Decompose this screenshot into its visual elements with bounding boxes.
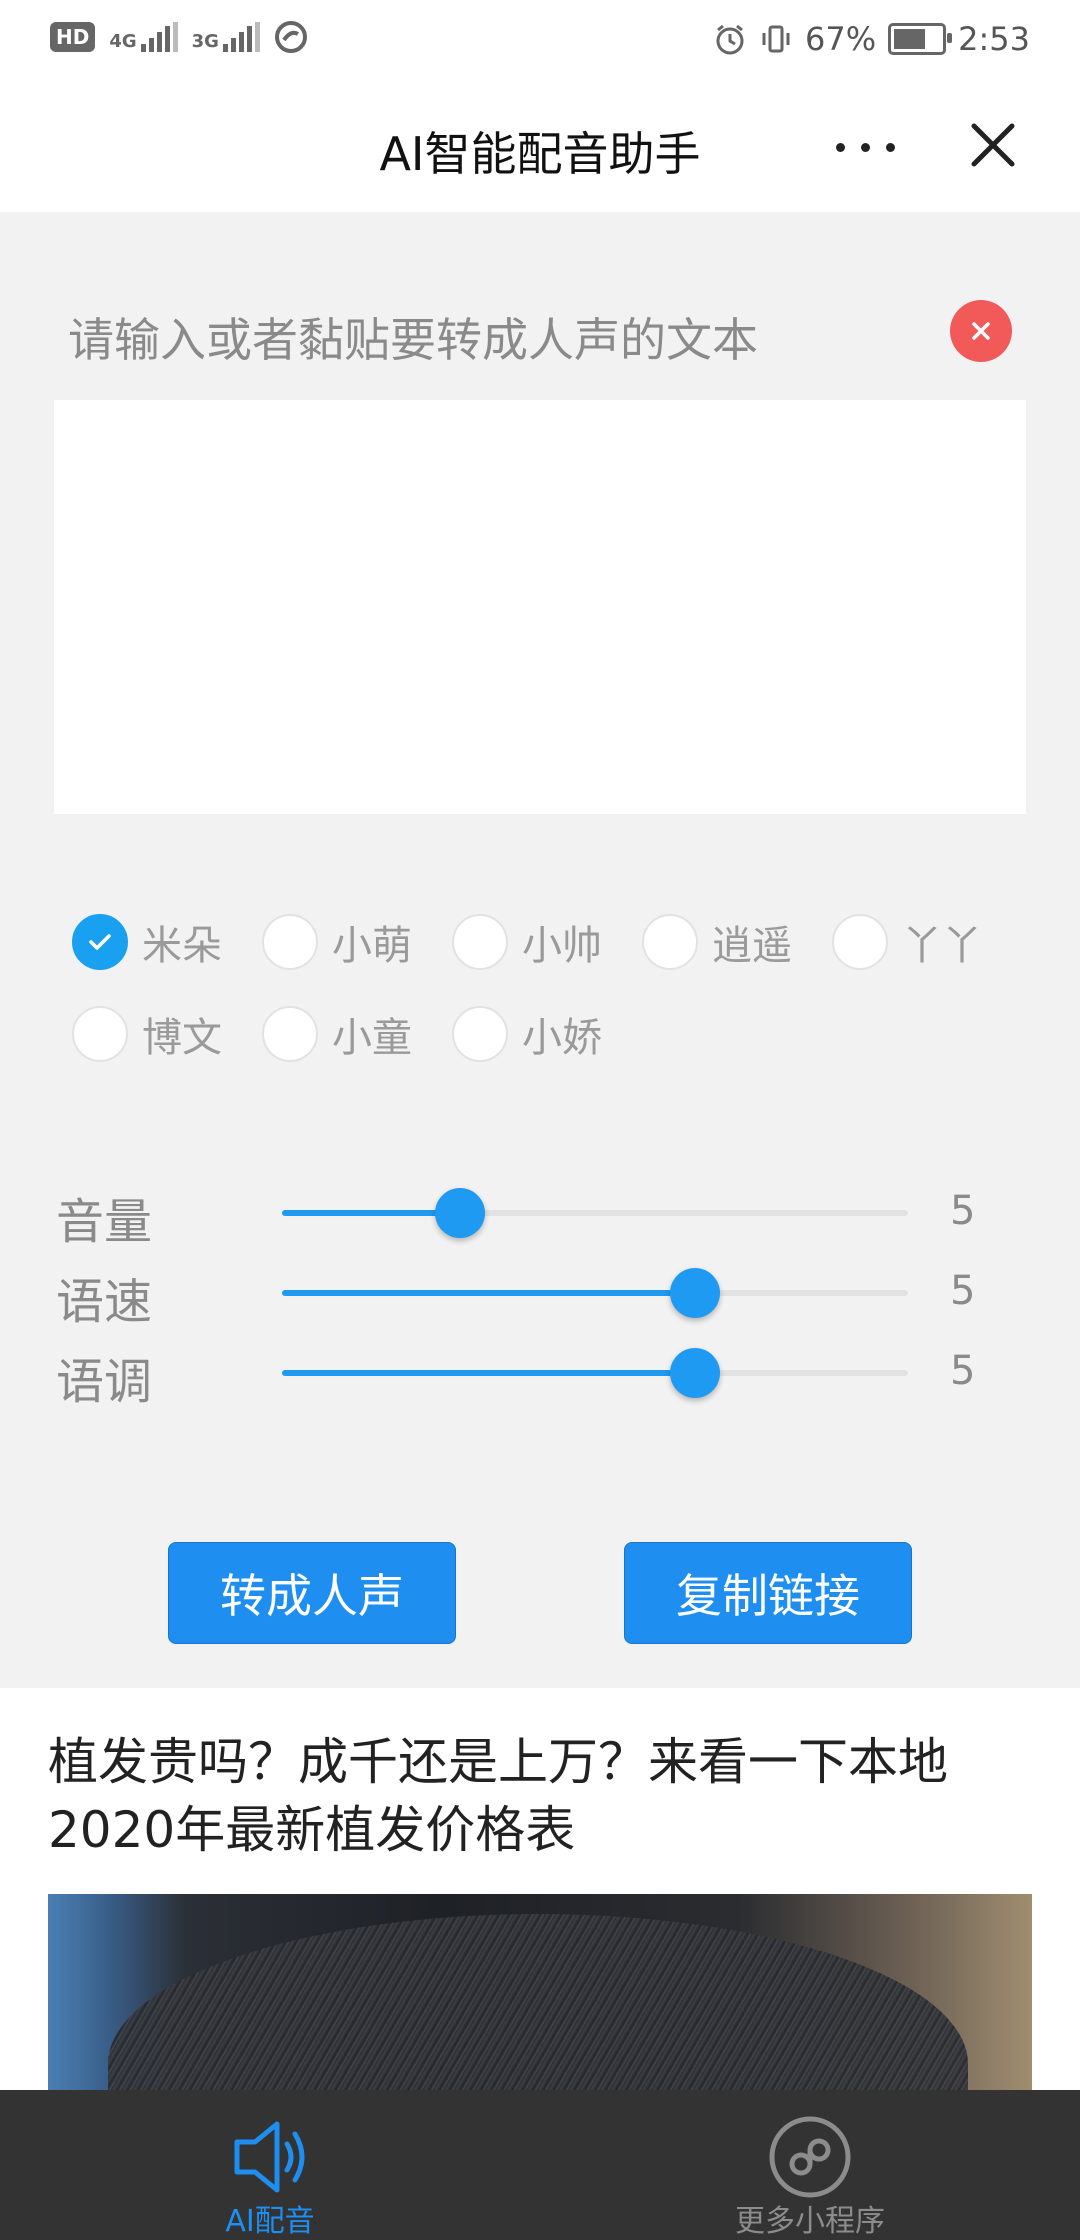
slider-row: 语速 5 <box>56 1252 1036 1332</box>
sync-icon <box>274 21 307 53</box>
tab-more-miniprograms[interactable]: 更多小程序 <box>660 2090 960 2240</box>
voice-option[interactable]: 米朵 <box>72 912 222 972</box>
mini-program-icon <box>769 2116 851 2198</box>
ad-image[interactable] <box>48 1894 1032 2090</box>
voice-radio[interactable] <box>72 914 128 970</box>
battery-icon <box>888 23 953 55</box>
voice-radio[interactable] <box>72 1006 128 1062</box>
status-bar: HD 4G 3G 67% 2:53 <box>0 0 1080 80</box>
voice-option[interactable]: 小萌 <box>262 912 412 972</box>
signal-bars <box>222 22 260 52</box>
voice-radio[interactable] <box>452 914 508 970</box>
voice-radio[interactable] <box>642 914 698 970</box>
status-right: 67% 2:53 <box>713 20 1030 58</box>
voice-label: 逍遥 <box>712 923 792 969</box>
signal-4g-icon: 4G <box>109 22 178 52</box>
slider-track[interactable] <box>282 1348 908 1398</box>
signal-3g-icon: 3G <box>192 22 260 52</box>
battery-percent: 67% <box>805 20 877 58</box>
copy-link-button[interactable]: 复制链接 <box>624 1542 912 1644</box>
voice-radio[interactable] <box>262 914 318 970</box>
voice-label: 小帅 <box>522 923 602 969</box>
voice-option[interactable]: 逍遥 <box>642 912 792 972</box>
ad-section[interactable]: 植发贵吗？成千还是上万？来看一下本地2020年最新植发价格表 <box>0 1688 1080 2090</box>
slider-row: 语调 5 <box>56 1332 1036 1412</box>
slider-fill <box>282 1370 696 1376</box>
net1-label: 4G <box>109 31 137 52</box>
voice-label: 丫丫 <box>902 923 982 969</box>
voice-label: 小萌 <box>332 923 412 969</box>
ad-title[interactable]: 植发贵吗？成千还是上万？来看一下本地2020年最新植发价格表 <box>48 1728 1038 1864</box>
voice-label: 博文 <box>142 1015 222 1061</box>
slider-fill <box>282 1210 461 1216</box>
voice-option[interactable]: 小童 <box>262 1004 412 1064</box>
input-hint: 请输入或者黏贴要转成人声的文本 <box>68 313 758 367</box>
net2-label: 3G <box>191 31 219 52</box>
slider-value: 5 <box>950 1348 976 1394</box>
slider-thumb[interactable] <box>435 1188 486 1238</box>
slider-fill <box>282 1290 696 1296</box>
slider-track[interactable] <box>282 1188 908 1238</box>
tab-bar: AI配音 更多小程序 <box>0 2090 1080 2240</box>
page-title: AI智能配音助手 <box>379 127 701 181</box>
voice-option[interactable]: 小帅 <box>452 912 602 972</box>
signal-bars <box>140 22 178 52</box>
slider-label: 语调 <box>56 1354 153 1410</box>
slider-row: 音量 5 <box>56 1172 1036 1252</box>
slider-value: 5 <box>950 1188 976 1234</box>
vibrate-icon <box>762 25 790 53</box>
speaker-icon <box>234 2121 305 2193</box>
slider-label: 音量 <box>56 1194 153 1250</box>
convert-button[interactable]: 转成人声 <box>168 1542 456 1644</box>
check-icon <box>89 934 111 950</box>
clear-button[interactable] <box>950 300 1012 362</box>
close-icon[interactable] <box>966 118 1020 172</box>
voice-radio[interactable] <box>452 1006 508 1062</box>
voice-label: 小娇 <box>522 1015 602 1061</box>
slider-thumb[interactable] <box>670 1348 721 1398</box>
voice-radio[interactable] <box>832 914 888 970</box>
voice-option[interactable]: 丫丫 <box>832 912 982 972</box>
hair-photo <box>108 1914 968 2090</box>
editor-area: 请输入或者黏贴要转成人声的文本 米朵 小萌 小帅 逍遥 丫丫 博文 小童 小娇 音量 5 语速 5 语… <box>0 212 1080 1688</box>
voice-label: 小童 <box>332 1015 412 1061</box>
tab-ai-label: AI配音 <box>225 2204 315 2239</box>
voice-option[interactable]: 小娇 <box>452 1004 602 1064</box>
nav-bar: AI智能配音助手 <box>0 80 1080 212</box>
close-icon <box>972 322 990 340</box>
more-icon[interactable] <box>836 132 900 162</box>
status-left: HD 4G 3G <box>50 20 308 54</box>
voice-option[interactable]: 博文 <box>72 1004 222 1064</box>
voice-label: 米朵 <box>142 923 222 969</box>
slider-thumb[interactable] <box>670 1268 721 1318</box>
slider-track[interactable] <box>282 1268 908 1318</box>
tab-more-label: 更多小程序 <box>735 2204 885 2239</box>
voice-radio[interactable] <box>262 1006 318 1062</box>
hd-icon: HD <box>50 22 96 52</box>
tab-ai-dubbing[interactable]: AI配音 <box>120 2090 420 2240</box>
status-time: 2:53 <box>958 20 1030 58</box>
slider-label: 语速 <box>56 1274 153 1330</box>
text-input[interactable] <box>54 400 1026 814</box>
slider-value: 5 <box>950 1268 976 1314</box>
alarm-icon <box>716 24 744 55</box>
